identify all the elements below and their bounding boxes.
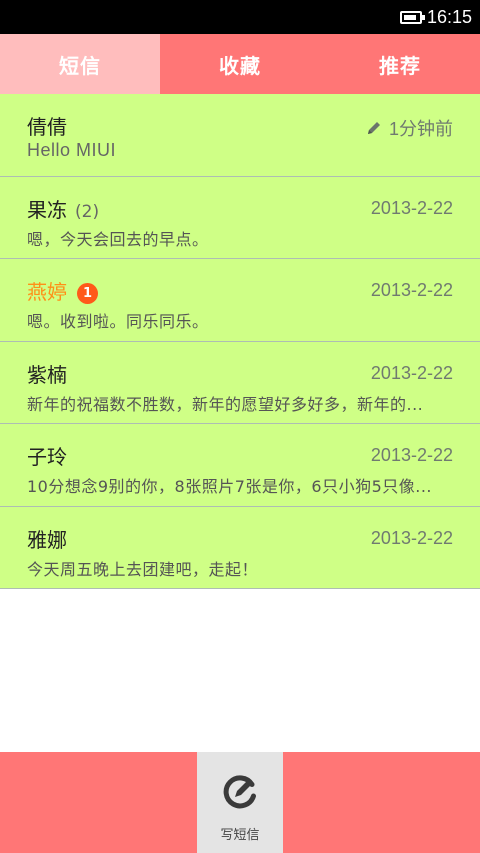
battery-icon [399, 10, 425, 24]
message-preview: 嗯，今天会回去的早点。 [27, 229, 209, 249]
message-preview: 10分想念9别的你，8张照片7张是你，6只小狗5只像... [27, 477, 433, 496]
conversation-row[interactable]: 倩倩 1分钟前 Hello MIUI [0, 94, 480, 177]
conversation-row[interactable]: 果冻 (2) 2013-2-22 嗯，今天会回去的早点。 [0, 176, 480, 259]
compose-label: 写短信 [220, 828, 260, 843]
contact-name: 紫楠 [27, 362, 67, 387]
message-time: 2013-2-22 [370, 445, 453, 465]
contact-name: 雅娜 [27, 527, 67, 552]
conversation-row[interactable]: 雅娜 2013-2-22 今天周五晚上去团建吧，走起！ [0, 506, 480, 589]
conversation-row[interactable]: 紫楠 2013-2-22 新年的祝福数不胜数，新年的愿望好多好多，新年的... [0, 341, 480, 424]
compose-button[interactable]: 写短信 [197, 752, 283, 853]
contact-name: 子玲 [27, 445, 67, 469]
status-clock: 16:15 [426, 6, 472, 27]
unread-badge: 1 [77, 283, 98, 304]
message-preview: 今天周五晚上去团建吧，走起！ [27, 559, 259, 579]
bottom-bar: 写短信 [0, 752, 480, 853]
tab-favorites[interactable]: 收藏 [160, 34, 320, 94]
status-indicators: 16:15 [399, 6, 472, 28]
message-preview: 嗯。收到啦。同乐同乐。 [27, 312, 209, 331]
conversation-list: 倩倩 1分钟前 Hello MIUI 果冻 (2) 2013-2-22 嗯，今天会… [0, 94, 480, 589]
tab-messages[interactable]: 短信 [0, 34, 160, 94]
pencil-icon [367, 122, 380, 134]
contact-name: 燕婷 1 [27, 276, 98, 305]
message-time: 2013-2-22 [370, 527, 453, 548]
tab-recommended[interactable]: 推荐 [320, 34, 480, 94]
message-time: 1分钟前 [366, 115, 453, 141]
conversation-row[interactable]: 子玲 2013-2-22 10分想念9别的你，8张照片7张是你，6只小狗5只像.… [0, 424, 480, 507]
message-preview: 新年的祝福数不胜数，新年的愿望好多好多，新年的... [27, 394, 424, 414]
conversation-row[interactable]: 燕婷 1 2013-2-22 嗯。收到啦。同乐同乐。 [0, 259, 480, 342]
compose-icon [223, 775, 256, 809]
tab-bar: 短信 收藏 推荐 [0, 34, 480, 94]
status-bar: 16:15 [0, 0, 480, 34]
message-time: 2013-2-22 [370, 362, 453, 383]
message-count: (2) [75, 201, 100, 222]
contact-name: 果冻 (2) [27, 197, 100, 222]
contact-name: 倩倩 [27, 115, 67, 139]
message-preview: Hello MIUI [27, 140, 117, 160]
message-time: 2013-2-22 [370, 280, 453, 300]
message-time: 2013-2-22 [370, 197, 453, 218]
